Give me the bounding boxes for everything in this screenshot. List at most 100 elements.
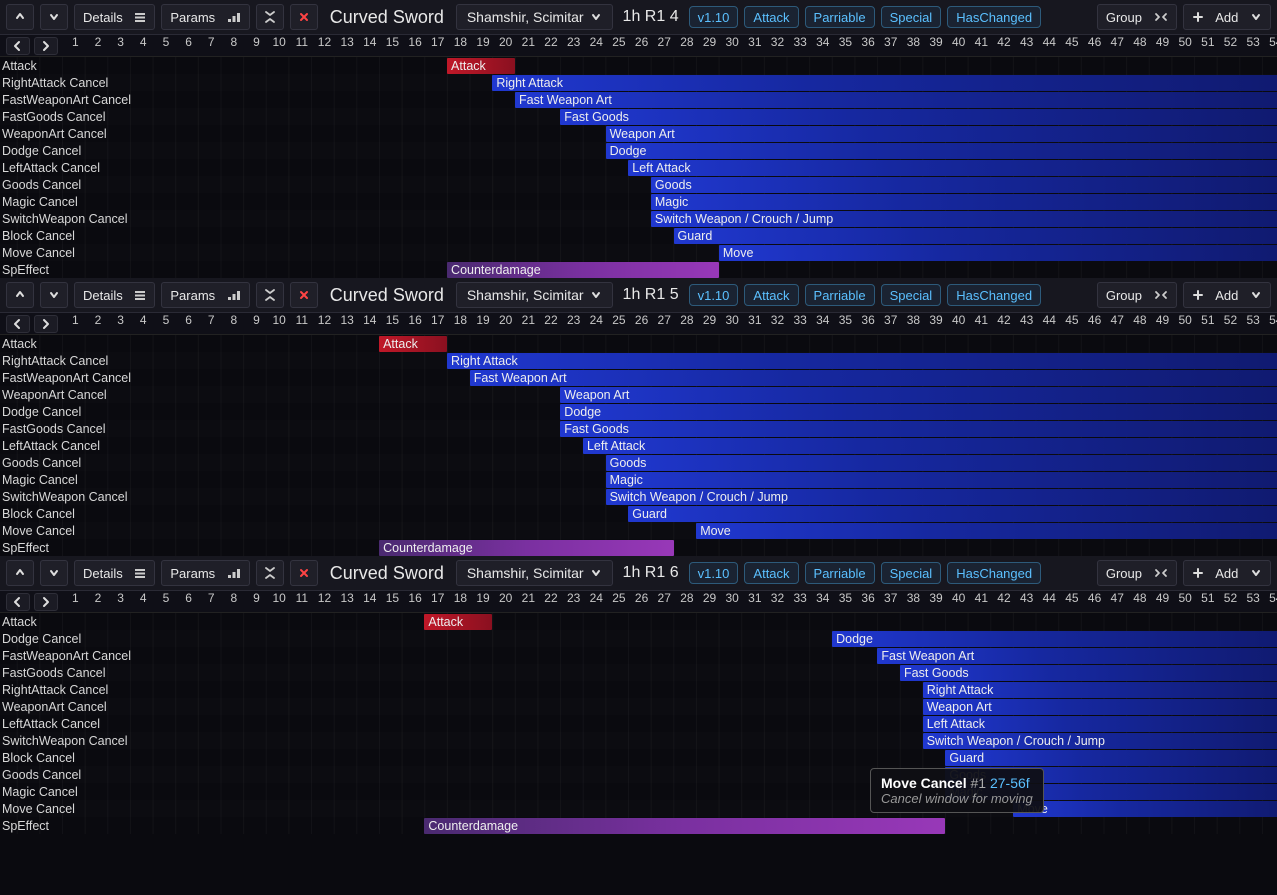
track-row[interactable]: RightAttack CancelRight Attack: [0, 681, 1277, 698]
track-row[interactable]: Magic CancelMagic: [0, 471, 1277, 488]
ruler-next-button[interactable]: [34, 315, 58, 333]
details-button[interactable]: Details: [74, 560, 155, 586]
track-row[interactable]: SwitchWeapon CancelSwitch Weapon / Crouc…: [0, 488, 1277, 505]
timeline-bar[interactable]: Counterdamage: [424, 818, 945, 834]
timeline-bar[interactable]: Move: [1013, 801, 1277, 817]
track-row[interactable]: Block CancelGuard: [0, 227, 1277, 244]
timeline-bar[interactable]: Guard: [628, 506, 1277, 522]
track-row[interactable]: Goods CancelGoods: [0, 454, 1277, 471]
group-button[interactable]: Group: [1097, 4, 1177, 30]
timeline-bar[interactable]: Move: [696, 523, 1277, 539]
track-row[interactable]: FastGoods CancelFast Goods: [0, 420, 1277, 437]
track-row[interactable]: Move CancelMoveMove Cancel #1 27-56fCanc…: [0, 800, 1277, 817]
group-button[interactable]: Group: [1097, 282, 1177, 308]
track-row[interactable]: SpEffectCounterdamage: [0, 817, 1277, 834]
haschanged-tag[interactable]: HasChanged: [947, 562, 1041, 584]
timeline-bar[interactable]: Magic: [606, 472, 1277, 488]
collapse-down-button[interactable]: [40, 560, 68, 586]
ruler-prev-button[interactable]: [6, 593, 30, 611]
params-button[interactable]: Params: [161, 4, 249, 30]
track-row[interactable]: AttackAttack: [0, 57, 1277, 74]
parriable-tag[interactable]: Parriable: [805, 284, 875, 306]
timeline-bar[interactable]: Fast Weapon Art: [470, 370, 1277, 386]
timeline-bar[interactable]: Dodge: [560, 404, 1277, 420]
params-button[interactable]: Params: [161, 560, 249, 586]
timeline-bar[interactable]: Fast Weapon Art: [877, 648, 1277, 664]
track-row[interactable]: WeaponArt CancelWeapon Art: [0, 698, 1277, 715]
timeline-bar[interactable]: Magic: [651, 194, 1277, 210]
add-button[interactable]: Add: [1183, 560, 1271, 586]
timeline-bar[interactable]: Weapon Art: [923, 699, 1277, 715]
timeline-bar[interactable]: Counterdamage: [447, 262, 719, 278]
weapon-select[interactable]: Shamshir, Scimitar: [456, 4, 613, 30]
attack-tag[interactable]: Attack: [744, 284, 798, 306]
close-button[interactable]: [290, 4, 318, 30]
weapon-select[interactable]: Shamshir, Scimitar: [456, 560, 613, 586]
compact-button[interactable]: [256, 282, 284, 308]
timeline-bar[interactable]: Guard: [674, 228, 1277, 244]
parriable-tag[interactable]: Parriable: [805, 6, 875, 28]
collapse-down-button[interactable]: [40, 4, 68, 30]
ruler-prev-button[interactable]: [6, 315, 30, 333]
track-row[interactable]: Move CancelMove: [0, 244, 1277, 261]
track-row[interactable]: FastWeaponArt CancelFast Weapon Art: [0, 647, 1277, 664]
timeline-bar[interactable]: Right Attack: [492, 75, 1277, 91]
collapse-up-button[interactable]: [6, 282, 34, 308]
timeline-bar[interactable]: Switch Weapon / Crouch / Jump: [923, 733, 1277, 749]
timeline-bar[interactable]: Right Attack: [447, 353, 1277, 369]
timeline-bar[interactable]: Attack: [424, 614, 492, 630]
track-row[interactable]: Goods CancelGoods: [0, 766, 1277, 783]
special-tag[interactable]: Special: [881, 284, 942, 306]
timeline-bar[interactable]: Fast Goods: [560, 421, 1277, 437]
track-row[interactable]: FastWeaponArt CancelFast Weapon Art: [0, 369, 1277, 386]
timeline-bar[interactable]: Goods: [606, 455, 1277, 471]
collapse-up-button[interactable]: [6, 560, 34, 586]
details-button[interactable]: Details: [74, 4, 155, 30]
timeline-bar[interactable]: Switch Weapon / Crouch / Jump: [606, 489, 1277, 505]
track-row[interactable]: Dodge CancelDodge: [0, 403, 1277, 420]
timeline-bar[interactable]: Attack: [447, 58, 515, 74]
timeline-bar[interactable]: Guard: [945, 750, 1277, 766]
timeline-bar[interactable]: Left Attack: [583, 438, 1277, 454]
track-row[interactable]: LeftAttack CancelLeft Attack: [0, 159, 1277, 176]
special-tag[interactable]: Special: [881, 562, 942, 584]
attack-tag[interactable]: Attack: [744, 562, 798, 584]
special-tag[interactable]: Special: [881, 6, 942, 28]
timeline-bar[interactable]: Counterdamage: [379, 540, 673, 556]
timeline-bar[interactable]: Fast Goods: [560, 109, 1277, 125]
track-row[interactable]: SpEffectCounterdamage: [0, 539, 1277, 556]
track-row[interactable]: Move CancelMove: [0, 522, 1277, 539]
haschanged-tag[interactable]: HasChanged: [947, 284, 1041, 306]
track-row[interactable]: Dodge CancelDodge: [0, 142, 1277, 159]
timeline-bar[interactable]: Fast Weapon Art: [515, 92, 1277, 108]
track-row[interactable]: Magic CancelMagic: [0, 783, 1277, 800]
track-row[interactable]: SwitchWeapon CancelSwitch Weapon / Crouc…: [0, 210, 1277, 227]
ruler-next-button[interactable]: [34, 37, 58, 55]
track-row[interactable]: RightAttack CancelRight Attack: [0, 352, 1277, 369]
track-row[interactable]: FastGoods CancelFast Goods: [0, 108, 1277, 125]
parriable-tag[interactable]: Parriable: [805, 562, 875, 584]
timeline-bar[interactable]: Fast Goods: [900, 665, 1277, 681]
track-row[interactable]: Block CancelGuard: [0, 505, 1277, 522]
timeline-bar[interactable]: Dodge: [606, 143, 1277, 159]
track-row[interactable]: FastGoods CancelFast Goods: [0, 664, 1277, 681]
attack-tag[interactable]: Attack: [744, 6, 798, 28]
collapse-down-button[interactable]: [40, 282, 68, 308]
frame-ruler[interactable]: 1234567891011121314151617181920212223242…: [64, 313, 1277, 335]
close-button[interactable]: [290, 560, 318, 586]
timeline-bar[interactable]: Left Attack: [923, 716, 1277, 732]
track-row[interactable]: Goods CancelGoods: [0, 176, 1277, 193]
track-row[interactable]: FastWeaponArt CancelFast Weapon Art: [0, 91, 1277, 108]
timeline-bar[interactable]: Switch Weapon / Crouch / Jump: [651, 211, 1277, 227]
timeline-bar[interactable]: Weapon Art: [606, 126, 1277, 142]
timeline-bar[interactable]: Magic: [945, 784, 1277, 800]
timeline-bar[interactable]: Weapon Art: [560, 387, 1277, 403]
track-row[interactable]: Magic CancelMagic: [0, 193, 1277, 210]
ruler-next-button[interactable]: [34, 593, 58, 611]
timeline-bar[interactable]: Move: [719, 245, 1277, 261]
timeline-bar[interactable]: Attack: [379, 336, 447, 352]
frame-ruler[interactable]: 1234567891011121314151617181920212223242…: [64, 591, 1277, 613]
track-row[interactable]: Dodge CancelDodge: [0, 630, 1277, 647]
timeline-bar[interactable]: Left Attack: [628, 160, 1277, 176]
collapse-up-button[interactable]: [6, 4, 34, 30]
